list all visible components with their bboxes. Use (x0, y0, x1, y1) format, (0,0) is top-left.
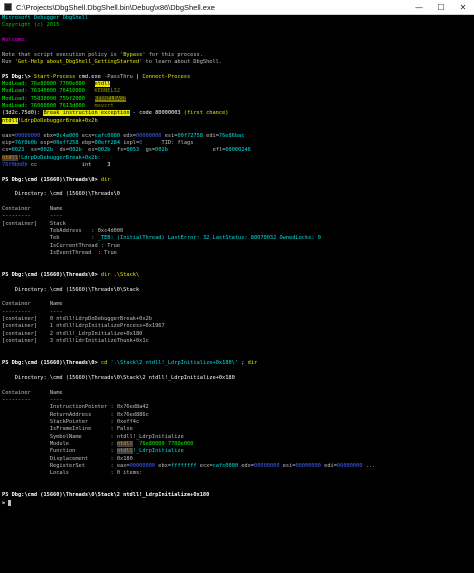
app-console-icon (4, 3, 12, 11)
table-separator: --------- ---- (2, 213, 63, 220)
final-prompt: PS Dbg:\cmd (15660)\Threads\0\Stack\2 nt… (2, 492, 210, 499)
frame-property: Locals : 0 items: (49, 470, 143, 477)
prompt-line: PS Dbg:\cmd (15660)\Threads\0> cd '.\Sta… (2, 360, 258, 367)
stack-frame-row: [container] 0 ntdll!LdrpDoDebuggerBreak+… (2, 316, 152, 323)
frame-property: SymbolName : ntdll!_LdrpInitialize (49, 433, 184, 440)
frame-property-module: Module : ntdll 76e80000 7700e000 (49, 440, 194, 447)
console-output[interactable]: Microsoft Debugger DbgShell Copyright (c… (0, 15, 474, 573)
exception-line: (3d2c.75d0): Break instruction exception… (2, 110, 229, 117)
modload-line: ModLoad: 75830000 759f2000 KERNELBASE (2, 95, 127, 102)
registers-row-1: eax=00000000 ebx=0c4a000 ecx=cafc0000 ed… (2, 132, 245, 139)
table-row: IsEventThread : True (49, 250, 117, 256)
registers-row-3: cs=0023 ss=002b ds=002b es=002b fs=0053 … (2, 147, 251, 154)
banner-product: Microsoft Debugger DbgShell (2, 15, 89, 21)
table-row: TebAddress : 0xc4d000 (49, 227, 124, 234)
maximize-button[interactable]: ☐ (430, 0, 452, 14)
table-row: Teb : _TEB: (InitialThread) LastError: 3… (49, 235, 321, 242)
break-location: ntdll!LdrpDoDebuggerBreak+0x2b (2, 117, 98, 124)
banner-welcome: Welcome. (2, 37, 28, 44)
table-row: IsCurrentThread : True (49, 242, 121, 249)
window-titlebar[interactable]: C:\Projects\DbgShell.DbgShell.bin\Debug\… (0, 0, 474, 15)
banner-copyright: Copyright (c) 2015 (2, 22, 60, 29)
table-header: Container Name (2, 301, 63, 308)
window-title: C:\Projects\DbgShell.DbgShell.bin\Debug\… (16, 2, 215, 12)
run-note: Run 'Get-Help about_DbgShell_GettingStar… (2, 59, 223, 66)
frame-property: ReturnAddress : 0x76ed886c (49, 411, 149, 418)
modload-line: ModLoad: 76000000 7613d000 msvcrt (2, 103, 114, 110)
frame-property: StackPointer : 0xeff4c (49, 418, 140, 425)
directory-header: Directory: \cmd (15660)\Threads\0\Stack\… (2, 374, 235, 381)
input-line[interactable]: > (0, 499, 474, 507)
modload-line: ModLoad: 76340000 76410000 KERNEL32 (2, 88, 121, 95)
stack-frame-row: [container] 3 ntdll!LdrInitializeThunk+0… (2, 338, 149, 345)
directory-header: Directory: \cmd (15660)\Threads\0\Stack (2, 286, 140, 293)
minimize-button[interactable]: — (408, 0, 430, 14)
table-header: Container Name (2, 389, 63, 396)
table-separator: --------- ---- (2, 308, 63, 315)
policy-note: Note that script execution policy is 'By… (2, 51, 203, 58)
stack-frame-row: [container] 1 ntdll!LdrpInitializeProces… (2, 323, 165, 330)
command-line: PS Dbg:\> Start-Process cmd.exe -PassThr… (2, 73, 191, 80)
disasm-instruction: 76f0bb0b cc int 3 (2, 161, 111, 168)
frame-property: IsFrameInline : False (49, 426, 133, 433)
table-row: [container] Stack (2, 220, 66, 227)
prompt-line: PS Dbg:\cmd (15660)\Threads\0> dir (2, 176, 111, 183)
disasm-symbol: ntdll!LdrpDoDebuggerBreak+0x2b: (2, 154, 101, 161)
text-cursor (8, 499, 12, 506)
table-separator: --------- ---- (2, 396, 63, 403)
close-button[interactable]: ✕ (452, 0, 474, 14)
frame-property: InstructionPointer : 0x76ed8a42 (49, 404, 149, 411)
stack-frame-row: [container] 2 ntdll!_LdrpInitialize+0x18… (2, 330, 143, 337)
prompt-line: PS Dbg:\cmd (15660)\Threads\0> dir .\Sta… (2, 272, 140, 279)
frame-property-registers: RegisterSet : eax=00000000 ebx=ffffffff … (49, 462, 376, 469)
registers-row-2: eip=76f0b0b esp=00eff258 ebp=00eff284 io… (2, 139, 194, 146)
directory-header: Directory: \cmd (15660)\Threads\0 (2, 191, 120, 198)
modload-line: ModLoad: 76e80000 7700e000 ntdll (2, 81, 111, 88)
table-header: Container Name (2, 205, 63, 212)
frame-property: Displacement : 0x180 (49, 455, 133, 462)
frame-property-function: Function : ntdll!_LdrpInitialize (49, 448, 184, 455)
